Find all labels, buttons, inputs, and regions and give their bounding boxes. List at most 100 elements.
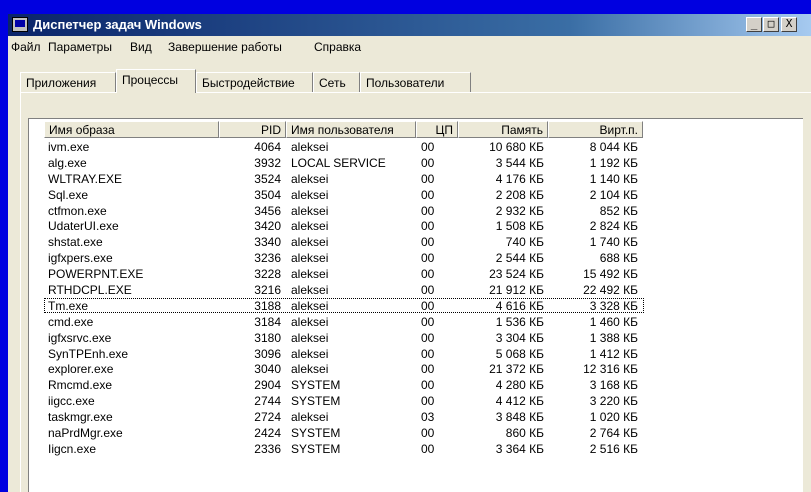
cell-memory: 3 848 КБ	[495, 410, 544, 425]
cell-virtual-memory: 2 764 КБ	[589, 426, 638, 441]
menu-view[interactable]: Вид	[130, 40, 152, 54]
cell-user-name: aleksei	[291, 187, 329, 202]
table-row[interactable]: Sql.exe 3504 aleksei 00 2 208 КБ 2 104 КБ	[44, 187, 803, 203]
cell-image-name: Sql.exe	[48, 187, 89, 202]
column-pid[interactable]: PID	[219, 121, 286, 138]
table-row[interactable]: naPrdMgr.exe 2424 SYSTEM 00 860 КБ 2 764 КБ	[44, 425, 803, 441]
cell-user-name: aleksei	[291, 235, 329, 250]
cell-pid: 3420	[254, 219, 281, 234]
cell-virtual-memory: 1 388 КБ	[589, 330, 638, 345]
process-rows: ivm.exe 4064 aleksei 00 10 680 КБ 8 044 КБ alg…	[44, 139, 803, 457]
tab-applications[interactable]: Приложения	[20, 72, 116, 92]
cell-pid: 3236	[254, 251, 281, 266]
cell-virtual-memory: 12 316 КБ	[583, 362, 638, 377]
cell-image-name: ctfmon.exe	[48, 203, 107, 218]
table-row[interactable]: igfxsrvc.exe 3180 aleksei 00 3 304 КБ 1 388 К…	[44, 330, 803, 346]
table-row[interactable]: alg.exe 3932 LOCAL SERVICE 00 3 544 КБ 1 192 …	[44, 155, 803, 171]
table-row[interactable]: ivm.exe 4064 aleksei 00 10 680 КБ 8 044 КБ	[44, 139, 803, 155]
process-list[interactable]: Имя образа PID Имя пользователя ЦП Памят…	[28, 118, 803, 492]
column-memory[interactable]: Память	[458, 121, 548, 138]
cell-cpu: 00	[421, 219, 435, 234]
cell-cpu: 00	[421, 441, 435, 456]
table-row[interactable]: shstat.exe 3340 aleksei 00 740 КБ 1 740 КБ	[44, 234, 803, 250]
cell-user-name: aleksei	[291, 330, 329, 345]
column-cpu[interactable]: ЦП	[416, 121, 458, 138]
cell-memory: 3 304 КБ	[495, 330, 544, 345]
cell-image-name: explorer.exe	[48, 362, 114, 377]
tab-processes[interactable]: Процессы	[116, 69, 196, 93]
close-button[interactable]: X	[781, 17, 797, 32]
cell-user-name: aleksei	[291, 267, 329, 282]
table-row[interactable]: explorer.exe 3040 aleksei 00 21 372 КБ 12 316…	[44, 361, 803, 377]
cell-image-name: naPrdMgr.exe	[48, 426, 123, 441]
cell-memory: 10 680 КБ	[489, 140, 544, 154]
table-row[interactable]: POWERPNT.EXE 3228 aleksei 00 23 524 КБ 15 492…	[44, 266, 803, 282]
column-user-name[interactable]: Имя пользователя	[286, 121, 416, 138]
menu-options[interactable]: Параметры	[48, 40, 112, 54]
cell-user-name: aleksei	[291, 298, 329, 313]
cell-pid: 3504	[254, 187, 281, 202]
cell-image-name: Iigcn.exe	[48, 441, 97, 456]
table-row[interactable]: Iigcn.exe 2336 SYSTEM 00 3 364 КБ 2 516 КБ	[44, 441, 803, 457]
tab-users[interactable]: Пользователи	[360, 72, 471, 92]
cell-cpu: 00	[421, 394, 435, 409]
task-manager-icon[interactable]	[12, 17, 28, 32]
table-row[interactable]: Tm.exe 3188 aleksei 00 4 616 КБ 3 328 КБ	[44, 297, 803, 314]
table-row[interactable]: ctfmon.exe 3456 aleksei 00 2 932 КБ 852 КБ	[44, 203, 803, 219]
cell-user-name: SYSTEM	[291, 441, 341, 456]
cell-memory: 2 932 КБ	[495, 203, 544, 218]
cell-virtual-memory: 2 824 КБ	[589, 219, 638, 234]
cell-cpu: 00	[421, 346, 435, 361]
table-row[interactable]: taskmgr.exe 2724 aleksei 03 3 848 КБ 1 020 КБ	[44, 409, 803, 425]
cell-image-name: iigcc.exe	[48, 394, 95, 409]
cell-cpu: 00	[421, 155, 435, 170]
cell-image-name: shstat.exe	[48, 235, 103, 250]
cell-memory: 3 364 КБ	[495, 441, 544, 456]
cell-image-name: POWERPNT.EXE	[48, 267, 144, 282]
table-row[interactable]: iigcc.exe 2744 SYSTEM 00 4 412 КБ 3 220 КБ	[44, 393, 803, 409]
cell-cpu: 00	[421, 235, 435, 250]
cell-memory: 740 КБ	[505, 235, 544, 250]
cell-virtual-memory: 2 516 КБ	[589, 441, 638, 456]
cell-user-name: SYSTEM	[291, 394, 341, 409]
table-row[interactable]: Rmcmd.exe 2904 SYSTEM 00 4 280 КБ 3 168 КБ	[44, 377, 803, 393]
cell-memory: 4 176 КБ	[495, 171, 544, 186]
menu-bar: Файл Параметры Вид Завершение работы Спр…	[8, 37, 811, 57]
cell-user-name: aleksei	[291, 171, 329, 186]
minimize-button[interactable]: _	[746, 17, 762, 32]
cell-image-name: alg.exe	[48, 155, 87, 170]
maximize-button[interactable]: □	[763, 17, 779, 32]
cell-cpu: 00	[421, 362, 435, 377]
table-row[interactable]: SynTPEnh.exe 3096 aleksei 00 5 068 КБ 1 412 К…	[44, 346, 803, 362]
table-row[interactable]: cmd.exe 3184 aleksei 00 1 536 КБ 1 460 КБ	[44, 314, 803, 330]
cell-pid: 3188	[254, 298, 281, 313]
cell-image-name: taskmgr.exe	[48, 410, 113, 425]
tab-network[interactable]: Сеть	[313, 72, 360, 92]
menu-shutdown[interactable]: Завершение работы	[168, 40, 282, 54]
cell-user-name: aleksei	[291, 314, 329, 329]
cell-pid: 3524	[254, 171, 281, 186]
cell-pid: 3180	[254, 330, 281, 345]
title-bar[interactable]: Диспетчер задач Windows _ □ X	[8, 14, 811, 36]
cell-pid: 3228	[254, 267, 281, 282]
column-image-name[interactable]: Имя образа	[44, 121, 219, 138]
table-row[interactable]: igfxpers.exe 3236 aleksei 00 2 544 КБ 688 КБ	[44, 250, 803, 266]
cell-virtual-memory: 3 328 КБ	[589, 298, 638, 313]
cell-memory: 1 536 КБ	[495, 314, 544, 329]
cell-user-name: aleksei	[291, 203, 329, 218]
menu-file[interactable]: Файл	[11, 40, 41, 54]
cell-pid: 3456	[254, 203, 281, 218]
cell-image-name: WLTRAY.EXE	[48, 171, 123, 186]
tab-performance[interactable]: Быстродействие	[196, 72, 313, 92]
cell-pid: 3184	[254, 314, 281, 329]
column-virtual-memory[interactable]: Вирт.п.	[548, 121, 643, 138]
cell-virtual-memory: 1 020 КБ	[589, 410, 638, 425]
cell-memory: 4 280 КБ	[495, 378, 544, 393]
cell-virtual-memory: 1 740 КБ	[589, 235, 638, 250]
menu-help[interactable]: Справка	[314, 40, 361, 54]
cell-cpu: 00	[421, 283, 435, 298]
table-row[interactable]: WLTRAY.EXE 3524 aleksei 00 4 176 КБ 1 140 КБ	[44, 171, 803, 187]
table-row[interactable]: UdaterUI.exe 3420 aleksei 00 1 508 КБ 2 824 К…	[44, 218, 803, 234]
cell-pid: 2724	[254, 410, 281, 425]
table-row[interactable]: RTHDCPL.EXE 3216 aleksei 00 21 912 КБ 22 492 …	[44, 282, 803, 298]
